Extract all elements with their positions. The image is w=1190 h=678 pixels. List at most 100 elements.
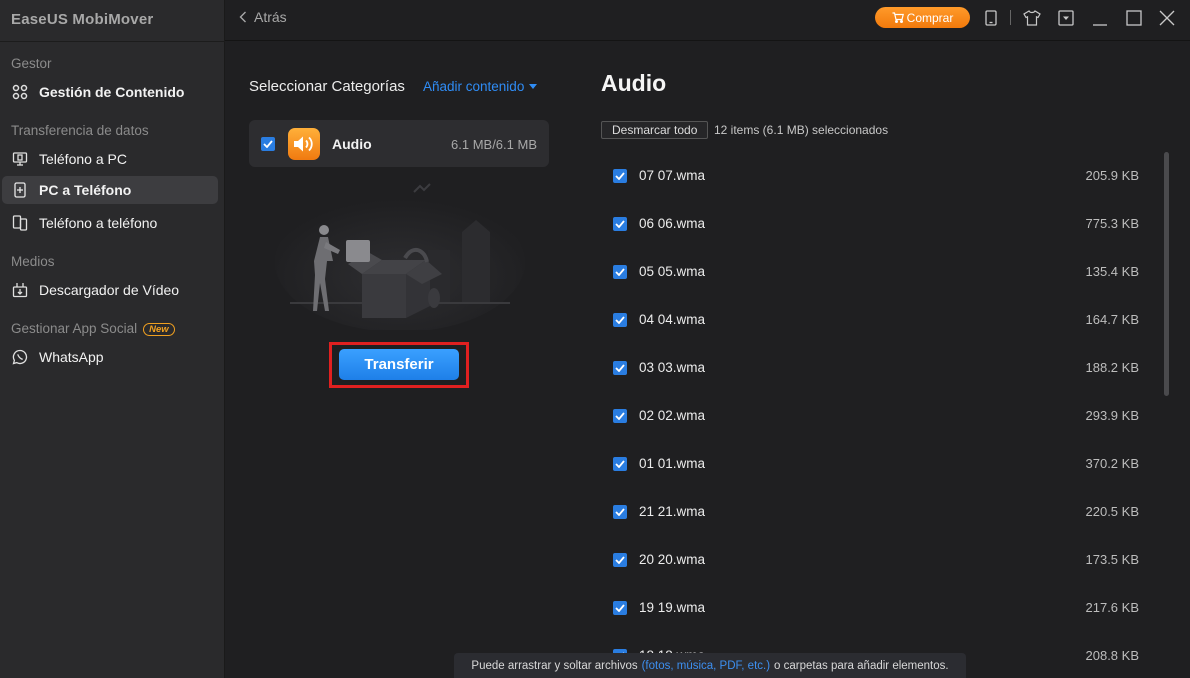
file-row[interactable]: 06 06.wma 775.3 KB: [601, 200, 1156, 248]
sidebar-item-content-management[interactable]: Gestión de Contenido: [2, 78, 218, 106]
sidebar-item-phone-to-pc[interactable]: Teléfono a PC: [2, 145, 218, 173]
file-name: 20 20.wma: [639, 552, 706, 567]
file-row[interactable]: 19 19.wma 217.6 KB: [601, 584, 1156, 632]
file-checkbox[interactable]: [613, 169, 627, 183]
file-row[interactable]: 03 03.wma 188.2 KB: [601, 344, 1156, 392]
maximize-icon[interactable]: [1125, 9, 1143, 27]
add-content-dropdown[interactable]: Añadir contenido: [423, 79, 537, 94]
chevron-left-icon: [239, 11, 246, 23]
check-icon: [263, 140, 273, 148]
check-icon: [615, 364, 625, 372]
file-row[interactable]: 04 04.wma 164.7 KB: [601, 296, 1156, 344]
file-size: 205.9 KB: [1085, 168, 1140, 183]
sidebar-divider: [0, 41, 225, 42]
whatsapp-icon: [11, 348, 29, 366]
file-list: 07 07.wma 205.9 KB 06 06.wma 775.3 KB 05 05.…: [601, 152, 1156, 672]
back-label: Atrás: [254, 9, 287, 25]
file-checkbox[interactable]: [613, 265, 627, 279]
check-icon: [615, 172, 625, 180]
scrollbar[interactable]: [1164, 152, 1169, 396]
section-social-label: Gestionar App Social: [11, 321, 138, 336]
file-size: 293.9 KB: [1085, 408, 1140, 423]
file-row[interactable]: 07 07.wma 205.9 KB: [601, 152, 1156, 200]
section-manager: Gestor: [11, 56, 52, 71]
category-name: Audio: [332, 136, 372, 152]
file-checkbox[interactable]: [613, 409, 627, 423]
buy-button[interactable]: Comprar: [875, 7, 970, 28]
file-size: 173.5 KB: [1085, 552, 1140, 567]
transfer-button[interactable]: Transferir: [339, 349, 459, 380]
hint-link[interactable]: (fotos, música, PDF, etc.): [642, 660, 770, 672]
file-checkbox[interactable]: [613, 601, 627, 615]
file-checkbox[interactable]: [613, 505, 627, 519]
hint-suffix: o carpetas para añadir elementos.: [774, 659, 949, 672]
check-icon: [615, 412, 625, 420]
check-icon: [615, 556, 625, 564]
file-checkbox[interactable]: [613, 553, 627, 567]
sidebar-item-label: Descargador de Vídeo: [39, 282, 180, 298]
sidebar-item-label: PC a Teléfono: [39, 182, 132, 198]
file-size: 188.2 KB: [1085, 360, 1140, 375]
check-icon: [615, 604, 625, 612]
check-icon: [615, 220, 625, 228]
file-checkbox[interactable]: [613, 313, 627, 327]
file-name: 06 06.wma: [639, 216, 706, 231]
sidebar-item-label: Teléfono a PC: [39, 151, 127, 167]
file-row[interactable]: 05 05.wma 135.4 KB: [601, 248, 1156, 296]
file-row[interactable]: 21 21.wma 220.5 KB: [601, 488, 1156, 536]
section-social: Gestionar App Social New: [11, 321, 175, 336]
tshirt-icon[interactable]: [1023, 9, 1041, 27]
file-name: 21 21.wma: [639, 504, 706, 519]
toolbar-divider: [1010, 10, 1011, 25]
sidebar-item-label: Gestión de Contenido: [39, 84, 185, 100]
device-icon[interactable]: [982, 9, 1000, 27]
app-title: EaseUS MobiMover: [11, 11, 154, 28]
file-size: 164.7 KB: [1085, 312, 1140, 327]
file-size: 370.2 KB: [1085, 456, 1140, 471]
drag-drop-hint: Puede arrastrar y soltar archivos (fotos…: [454, 653, 966, 678]
back-button[interactable]: Atrás: [239, 9, 287, 25]
phone-to-phone-icon: [11, 214, 29, 232]
empty-box-illustration: [275, 183, 525, 330]
category-checkbox[interactable]: [261, 137, 275, 151]
file-name: 05 05.wma: [639, 264, 706, 279]
file-name: 02 02.wma: [639, 408, 706, 423]
deselect-all-button[interactable]: Desmarcar todo: [601, 121, 709, 139]
sidebar-item-whatsapp[interactable]: WhatsApp: [2, 343, 218, 371]
pc-to-phone-icon: [11, 181, 29, 199]
check-icon: [615, 316, 625, 324]
category-card-audio[interactable]: Audio 6.1 MB/6.1 MB: [249, 120, 549, 167]
video-download-icon: [11, 281, 29, 299]
speaker-icon: [288, 128, 320, 160]
sidebar-item-pc-to-phone[interactable]: PC a Teléfono: [2, 176, 218, 204]
file-name: 04 04.wma: [639, 312, 706, 327]
selection-count: 12 items (6.1 MB) seleccionados: [714, 123, 889, 137]
file-size: 208.8 KB: [1085, 648, 1140, 663]
file-row[interactable]: 20 20.wma 173.5 KB: [601, 536, 1156, 584]
category-size: 6.1 MB/6.1 MB: [451, 137, 537, 152]
sidebar: EaseUS MobiMover Gestor Gestión de Conte…: [0, 0, 225, 678]
file-size: 135.4 KB: [1085, 264, 1140, 279]
file-checkbox[interactable]: [613, 217, 627, 231]
close-icon[interactable]: [1158, 9, 1176, 27]
file-checkbox[interactable]: [613, 361, 627, 375]
sidebar-item-label: WhatsApp: [39, 349, 104, 365]
file-size: 217.6 KB: [1085, 600, 1140, 615]
menu-dropdown-icon[interactable]: [1057, 9, 1075, 27]
check-icon: [615, 460, 625, 468]
add-content-label: Añadir contenido: [423, 79, 525, 94]
cart-icon: [892, 12, 904, 23]
file-row[interactable]: 01 01.wma 370.2 KB: [601, 440, 1156, 488]
new-badge: New: [143, 322, 175, 336]
minimize-icon[interactable]: [1091, 9, 1109, 27]
top-bar: Atrás Comprar: [225, 0, 1190, 41]
sidebar-item-phone-to-phone[interactable]: Teléfono a teléfono: [2, 209, 218, 237]
file-row[interactable]: 02 02.wma 293.9 KB: [601, 392, 1156, 440]
file-checkbox[interactable]: [613, 457, 627, 471]
section-transfer: Transferencia de datos: [11, 123, 149, 138]
check-icon: [615, 268, 625, 276]
caret-down-icon: [529, 84, 537, 89]
hint-prefix: Puede arrastrar y soltar archivos: [471, 659, 638, 672]
file-name: 19 19.wma: [639, 600, 706, 615]
sidebar-item-video-downloader[interactable]: Descargador de Vídeo: [2, 276, 218, 304]
